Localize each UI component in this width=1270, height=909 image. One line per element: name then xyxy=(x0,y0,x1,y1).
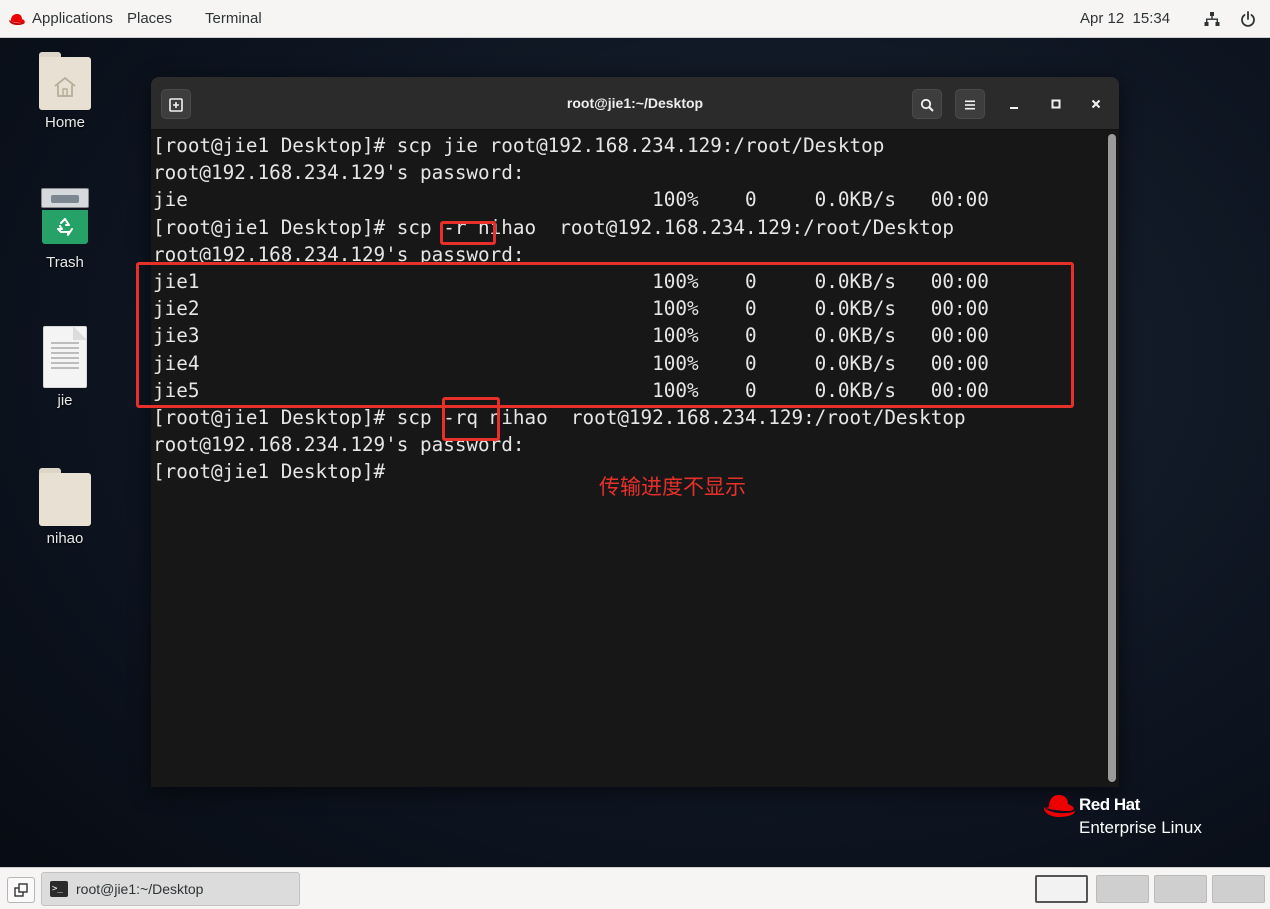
desktop-icon-home[interactable]: Home xyxy=(20,52,110,131)
taskbar-window-terminal[interactable]: >_ root@jie1:~/Desktop xyxy=(41,872,300,906)
workspace-3[interactable] xyxy=(1154,875,1207,903)
new-tab-button[interactable] xyxy=(161,89,191,119)
redhat-branding: Red Hat Enterprise Linux xyxy=(1042,792,1222,842)
workspace-4[interactable] xyxy=(1212,875,1265,903)
workspace-1[interactable] xyxy=(1035,875,1088,903)
applications-label: Applications xyxy=(32,10,113,27)
annotation-box-progress-output xyxy=(136,262,1074,408)
trash-icon xyxy=(41,188,89,250)
terminal-window[interactable]: root@jie1:~/Desktop [root@jie1 Desktop]#… xyxy=(151,77,1119,787)
terminal-output[interactable]: [root@jie1 Desktop]# scp jie root@192.16… xyxy=(151,130,1119,787)
desktop-icon-trash[interactable]: Trash xyxy=(20,188,110,271)
annotation-note: 传输进度不显示 xyxy=(599,475,746,499)
terminal-line: root@192.168.234.129's password: xyxy=(153,159,1119,186)
desktop-icon-label: Trash xyxy=(46,254,84,271)
show-desktop-icon xyxy=(14,883,28,897)
folder-icon xyxy=(39,468,91,526)
terminal-line: [root@jie1 Desktop]# scp jie root@192.16… xyxy=(153,132,1119,159)
search-button[interactable] xyxy=(912,89,942,119)
desktop-icon-jie[interactable]: jie xyxy=(20,326,110,409)
search-icon xyxy=(920,98,934,112)
terminal-icon: >_ xyxy=(50,881,68,897)
top-bar: Applications Places Terminal Apr 12 15:3… xyxy=(0,0,1270,38)
home-folder-icon xyxy=(39,52,91,110)
new-tab-icon xyxy=(169,98,183,112)
maximize-icon xyxy=(1051,99,1061,109)
bottom-taskbar: >_ root@jie1:~/Desktop xyxy=(0,867,1270,909)
annotation-box-rq-flag xyxy=(442,397,500,441)
network-icon[interactable] xyxy=(1204,0,1222,38)
places-menu[interactable]: Places xyxy=(127,0,172,38)
terminal-line-text: [root@jie1 Desktop]# scp jie root@192.16… xyxy=(153,134,885,157)
show-desktop-button[interactable] xyxy=(7,877,35,903)
taskbar-window-label: root@jie1:~/Desktop xyxy=(76,881,204,897)
terminal-line: [root@jie1 Desktop]# scp -r nihao root@1… xyxy=(153,214,1119,241)
redhat-hat-icon xyxy=(1043,795,1075,817)
terminal-line-text: root@192.168.234.129's password: xyxy=(153,161,525,185)
close-icon xyxy=(1091,99,1101,109)
hamburger-icon xyxy=(965,100,975,110)
redhat-product-name: Enterprise Linux xyxy=(1079,818,1202,837)
terminal-line-text: [root@jie1 Desktop]# xyxy=(153,460,397,484)
desktop-icon-label: nihao xyxy=(46,530,84,547)
annotation-box-r-flag xyxy=(440,221,496,245)
minimize-button[interactable] xyxy=(999,89,1029,119)
desktop-icon-nihao[interactable]: nihao xyxy=(20,468,110,547)
close-button[interactable] xyxy=(1081,89,1111,119)
menu-button[interactable] xyxy=(955,89,985,119)
applications-menu[interactable]: Applications xyxy=(8,0,113,38)
terminal-line: root@192.168.234.129's password: xyxy=(153,431,1119,458)
text-file-icon xyxy=(43,326,87,388)
clock[interactable]: Apr 12 15:34 xyxy=(1080,0,1170,38)
power-icon[interactable] xyxy=(1240,0,1260,38)
redhat-logo-icon xyxy=(9,14,25,25)
workspace-2[interactable] xyxy=(1096,875,1149,903)
terminal-headerbar[interactable]: root@jie1:~/Desktop xyxy=(151,77,1119,130)
terminal-app-menu[interactable]: Terminal xyxy=(205,0,262,38)
terminal-line-text: jie 100% 0 0.0KB/s 00:00 xyxy=(153,188,989,212)
terminal-line-text: [root@jie1 Desktop]# scp -r nihao root@1… xyxy=(153,215,954,239)
desktop-icon-label: jie xyxy=(57,392,73,409)
maximize-button[interactable] xyxy=(1041,89,1071,119)
terminal-line: jie 100% 0 0.0KB/s 00:00 xyxy=(153,186,1119,213)
minimize-icon xyxy=(1010,107,1018,109)
desktop-icon-label: Home xyxy=(44,114,85,131)
redhat-wordmark: Red Hat xyxy=(1079,795,1140,814)
terminal-scrollbar[interactable] xyxy=(1108,134,1116,782)
